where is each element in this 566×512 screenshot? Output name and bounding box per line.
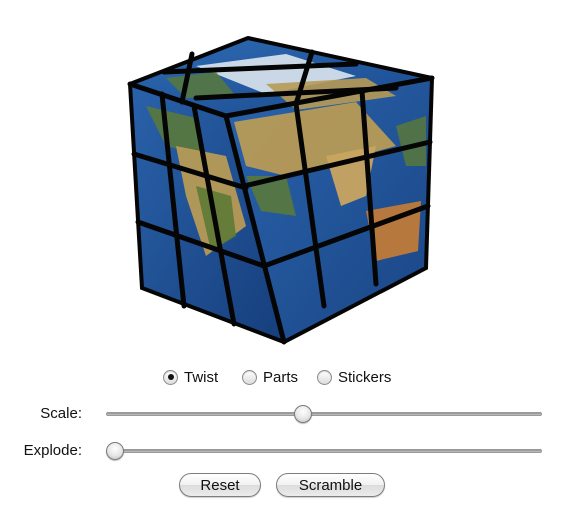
action-buttons: Reset Scramble xyxy=(0,473,566,499)
explode-slider-track[interactable] xyxy=(106,449,542,453)
mode-radio-group: Twist Parts Stickers xyxy=(0,366,566,388)
explode-slider-row: Explode: xyxy=(0,440,566,462)
radio-button-selected-icon[interactable] xyxy=(163,369,178,385)
radio-stickers[interactable]: Stickers xyxy=(317,366,391,388)
scale-slider-thumb[interactable] xyxy=(294,405,313,423)
radio-stickers-label: Stickers xyxy=(338,368,392,386)
radio-button-icon[interactable] xyxy=(242,369,257,385)
radio-twist-label: Twist xyxy=(184,368,219,386)
scale-label: Scale: xyxy=(40,405,82,422)
reset-button[interactable]: Reset xyxy=(179,473,261,497)
scramble-button[interactable]: Scramble xyxy=(276,473,385,497)
explode-slider-thumb[interactable] xyxy=(106,442,124,460)
rubiks-cube-graphic[interactable] xyxy=(126,36,446,348)
radio-parts-label: Parts xyxy=(263,368,299,386)
radio-dot-icon xyxy=(167,374,174,380)
radio-twist[interactable]: Twist xyxy=(163,366,218,388)
scale-slider-row: Scale: xyxy=(0,403,566,425)
radio-parts[interactable]: Parts xyxy=(242,366,298,388)
scale-slider-track[interactable] xyxy=(106,412,542,416)
explode-label: Explode: xyxy=(23,442,82,459)
radio-button-icon[interactable] xyxy=(317,369,332,385)
